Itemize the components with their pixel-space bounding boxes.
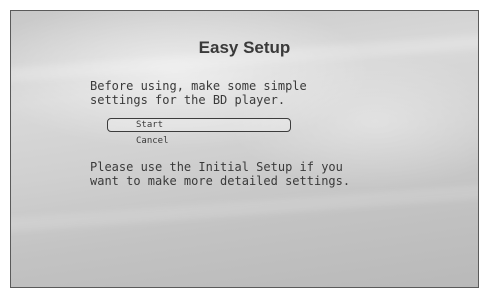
intro-line-1: Before using, make some simple xyxy=(90,79,307,93)
cancel-button[interactable]: Cancel xyxy=(136,136,169,146)
note-line-1: Please use the Initial Setup if you xyxy=(90,160,343,174)
note-line-2: want to make more detailed settings. xyxy=(90,174,351,188)
page-title: Easy Setup xyxy=(198,38,291,57)
note-text: Please use the Initial Setup if you want… xyxy=(90,160,350,188)
start-label[interactable]: Start xyxy=(136,120,163,130)
easy-setup-screen: Easy Setup Before using, make some simpl… xyxy=(10,10,479,288)
intro-text: Before using, make some simple settings … xyxy=(90,79,307,107)
intro-line-2: settings for the BD player. xyxy=(90,93,286,107)
background-streak xyxy=(11,182,478,234)
start-button[interactable] xyxy=(107,118,291,132)
